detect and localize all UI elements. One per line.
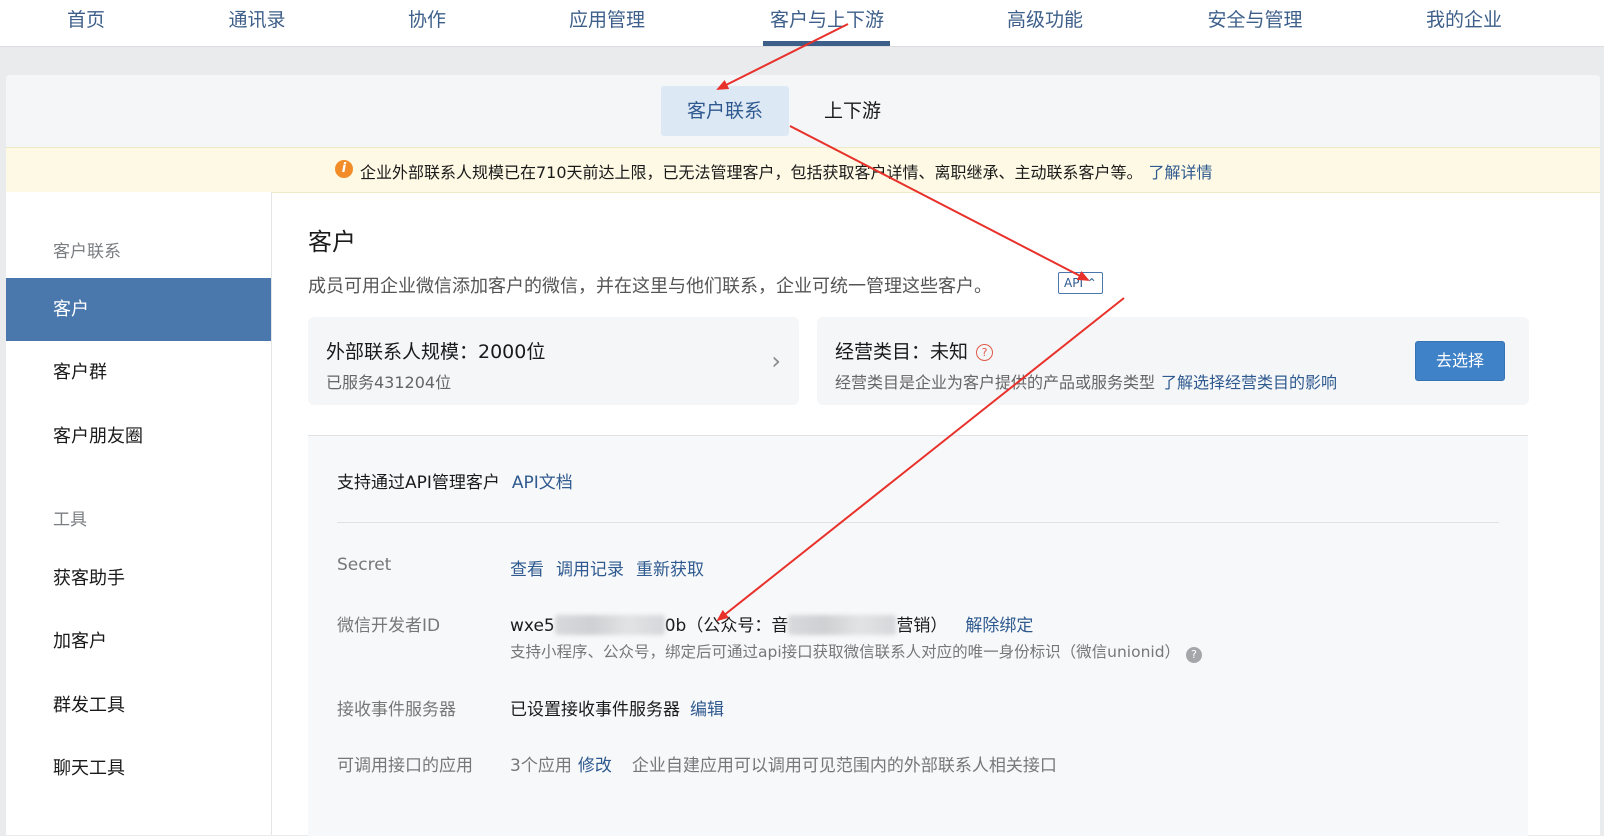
info-icon: i <box>335 160 353 178</box>
api-toggle[interactable]: API ⌃ <box>1058 272 1103 294</box>
secret-log-link[interactable]: 调用记录 <box>556 560 624 580</box>
secret-actions: 查看 调用记录 重新获取 <box>510 555 716 580</box>
nav-home[interactable]: 首页 <box>67 5 105 32</box>
business-category-sub: 经营类目是企业为客户提供的产品或服务类型 <box>835 373 1156 392</box>
secret-regenerate-link[interactable]: 重新获取 <box>636 560 704 580</box>
nav-collab[interactable]: 协作 <box>408 5 446 32</box>
contact-scale-served: 已服务431204位 <box>326 373 452 392</box>
devid-suffix: 营销） <box>896 616 948 636</box>
redacted-blur <box>554 615 665 635</box>
contact-scale-card[interactable]: 外部联系人规模：2000位 已服务431204位 › <box>308 317 799 405</box>
top-nav: 首页 通讯录 协作 应用管理 客户与上下游 高级功能 安全与管理 我的企业 <box>0 0 1604 47</box>
nav-active-indicator <box>763 41 890 46</box>
nav-advanced[interactable]: 高级功能 <box>1007 5 1083 32</box>
notice-message: 企业外部联系人规模已在710天前达上限，已无法管理客户，包括获取客户详情、离职继… <box>360 163 1143 182</box>
notice-learn-more-link[interactable]: 了解详情 <box>1149 163 1213 182</box>
tab-supply-chain[interactable]: 上下游 <box>798 86 907 136</box>
limit-notice: i 企业外部联系人规模已在710天前达上限，已无法管理客户，包括获取客户详情、离… <box>6 147 1600 193</box>
nav-security[interactable]: 安全与管理 <box>1207 5 1302 32</box>
devid-prefix: wxe5 <box>510 616 555 636</box>
content-area: 客户 成员可用企业微信添加客户的微信，并在这里与他们联系，企业可统一管理这些客户… <box>272 192 1600 836</box>
devid-mid: 0b（公众号：音 <box>664 616 789 636</box>
business-category-heading: 经营类目：未知? <box>835 337 994 364</box>
main-panel: 客户联系 上下游 i 企业外部联系人规模已在710天前达上限，已无法管理客户，包… <box>6 75 1600 836</box>
sidebar-item-acquisition[interactable]: 获客助手 <box>6 547 271 610</box>
help-icon[interactable]: ? <box>976 344 994 361</box>
business-category-card: 经营类目：未知? 经营类目是企业为客户提供的产品或服务类型 了解选择经营类目的影响… <box>817 317 1529 405</box>
notice-text: 企业外部联系人规模已在710天前达上限，已无法管理客户，包括获取客户详情、离职继… <box>360 159 1213 183</box>
divider <box>337 522 1499 523</box>
secret-label: Secret <box>337 555 392 575</box>
sidebar-item-chat-tools[interactable]: 聊天工具 <box>6 737 271 800</box>
page-title: 客户 <box>308 228 356 256</box>
choose-category-button[interactable]: 去选择 <box>1415 341 1505 381</box>
unbind-link[interactable]: 解除绑定 <box>965 616 1033 636</box>
devid-label: 微信开发者ID <box>337 616 441 636</box>
api-heading-text: 支持通过API管理客户 <box>337 473 500 493</box>
server-label: 接收事件服务器 <box>337 700 456 720</box>
tab-customer-contact[interactable]: 客户联系 <box>661 86 790 136</box>
server-edit-link[interactable]: 编辑 <box>690 700 724 720</box>
nav-customers[interactable]: 客户与上下游 <box>770 5 884 32</box>
page-description: 成员可用企业微信添加客户的微信，并在这里与他们联系，企业可统一管理这些客户。 <box>308 276 992 297</box>
devid-note: 支持小程序、公众号，绑定后可通过api接口获取微信联系人对应的唯一身份标识（微信… <box>510 640 1203 663</box>
devid-value: wxe5 0b（公众号：音 营销） 解除绑定 <box>510 611 1045 636</box>
secret-view-link[interactable]: 查看 <box>510 560 544 580</box>
apps-value: 3个应用 修改 企业自建应用可以调用可见范围内的外部联系人相关接口 <box>510 751 1057 776</box>
devid-note-text: 支持小程序、公众号，绑定后可通过api接口获取微信联系人对应的唯一身份标识（微信… <box>510 643 1181 661</box>
apps-note: 企业自建应用可以调用可见范围内的外部联系人相关接口 <box>631 756 1057 776</box>
sidebar-item-customers[interactable]: 客户 <box>6 278 271 341</box>
business-category-desc: 经营类目是企业为客户提供的产品或服务类型 了解选择经营类目的影响 <box>835 369 1337 393</box>
nav-contacts[interactable]: 通讯录 <box>228 5 285 32</box>
apps-label: 可调用接口的应用 <box>337 756 473 776</box>
question-icon[interactable]: ? <box>1186 647 1203 663</box>
business-category-link[interactable]: 了解选择经营类目的影响 <box>1161 373 1337 392</box>
sidebar: 客户联系 客户 客户群 客户朋友圈 工具 获客助手 加客户 群发工具 聊天工具 <box>6 192 272 835</box>
sidebar-section-contact: 客户联系 <box>53 242 121 262</box>
api-heading: 支持通过API管理客户 API文档 <box>337 468 573 493</box>
sub-tabs: 客户联系 上下游 <box>6 75 1600 147</box>
sidebar-item-moments[interactable]: 客户朋友圈 <box>6 405 271 468</box>
sidebar-item-customer-groups[interactable]: 客户群 <box>6 341 271 404</box>
apps-count: 3个应用 <box>510 756 572 776</box>
contact-scale-heading: 外部联系人规模：2000位 <box>326 341 546 363</box>
nav-my-company[interactable]: 我的企业 <box>1426 5 1502 32</box>
api-settings-box: 支持通过API管理客户 API文档 Secret 查看 调用记录 重新获取 微信开发者… <box>308 435 1528 836</box>
server-status: 已设置接收事件服务器 <box>510 700 680 720</box>
nav-apps[interactable]: 应用管理 <box>569 5 645 32</box>
apps-edit-link[interactable]: 修改 <box>578 756 612 776</box>
sidebar-section-tools: 工具 <box>53 510 87 530</box>
chevron-right-icon: › <box>771 347 781 375</box>
sidebar-item-broadcast[interactable]: 群发工具 <box>6 674 271 737</box>
sidebar-item-add-customer[interactable]: 加客户 <box>6 610 271 673</box>
redacted-blur <box>788 615 897 635</box>
api-doc-link[interactable]: API文档 <box>512 473 573 493</box>
business-category-text: 经营类目：未知 <box>835 341 969 363</box>
server-value: 已设置接收事件服务器 编辑 <box>510 695 736 720</box>
